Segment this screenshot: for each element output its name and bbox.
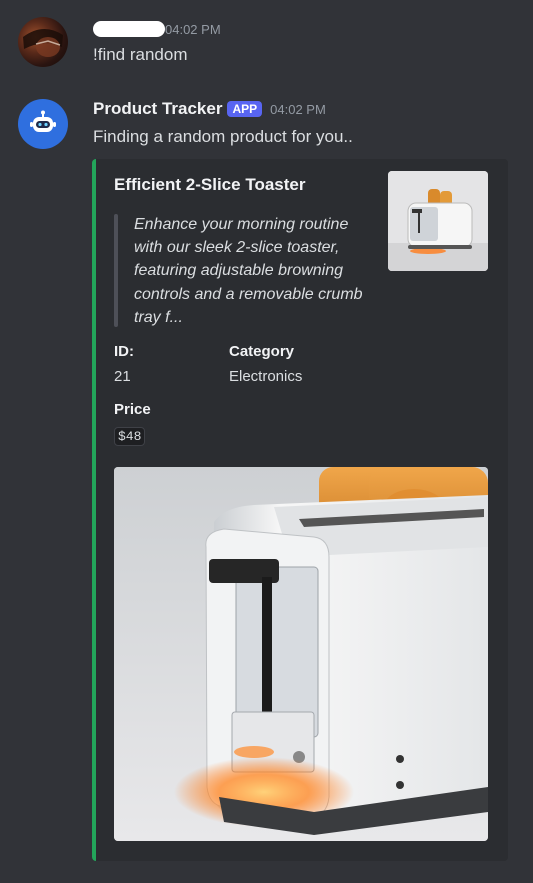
field-category-name: Category (229, 343, 295, 360)
quote-bar (114, 214, 118, 327)
toaster-thumbnail-image (388, 171, 488, 271)
bot-avatar[interactable] (18, 99, 68, 149)
embed-thumbnail[interactable] (388, 171, 488, 271)
message-timestamp[interactable]: 04:02 PM (270, 102, 326, 117)
robot-icon (30, 110, 56, 132)
field-price-name: Price (114, 401, 151, 418)
product-embed: Efficient 2-Slice Toaster Enhance your m… (92, 159, 508, 861)
message-text: !find random (93, 45, 188, 64)
embed-description: Enhance your morning routine with our sl… (134, 216, 363, 326)
redacted-username[interactable] (93, 21, 165, 37)
field-category-value: Electronics (229, 368, 303, 385)
message-timestamp[interactable]: 04:02 PM (165, 22, 221, 37)
embed-title: Efficient 2-Slice Toaster (114, 175, 306, 194)
field-price-value: $48 (114, 427, 146, 446)
embed-image[interactable] (114, 467, 488, 841)
message-text: Finding a random product for you.. (93, 127, 353, 146)
field-id-name: ID: (114, 343, 134, 360)
app-badge: APP (227, 101, 263, 117)
bot-username[interactable]: Product Tracker (93, 99, 222, 119)
user-avatar[interactable] (18, 17, 68, 67)
user-avatar-image (23, 28, 63, 57)
toaster-image (114, 467, 488, 841)
field-id-value: 21 (114, 368, 131, 385)
